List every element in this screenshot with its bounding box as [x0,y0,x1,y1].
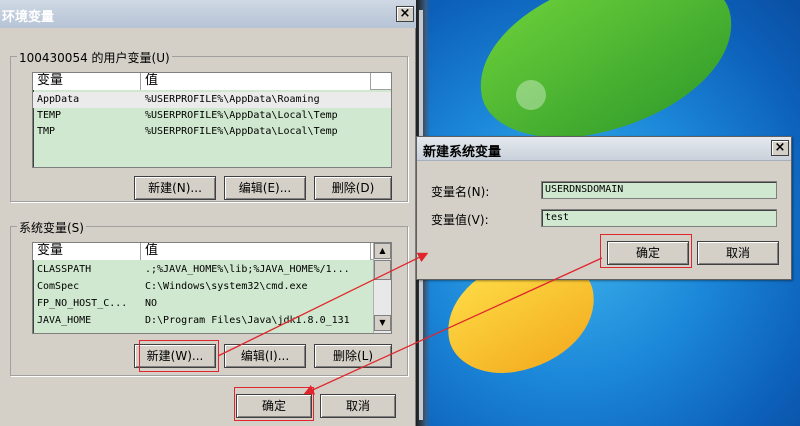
variable-value-field[interactable]: test [541,209,777,227]
variable-name: CLASSPATH [37,264,92,275]
variable-name: AppData [37,94,80,105]
system-variables-label: 系统变量(S) [17,219,86,236]
system-edit-button[interactable]: 编辑(I)... [224,344,306,368]
close-button[interactable]: × [771,140,789,156]
variable-name: JAVA_HOME [37,315,92,326]
windows-logo-green [463,0,749,156]
user-edit-button[interactable]: 编辑(E)... [224,176,306,200]
close-icon: × [774,140,786,155]
dialog-title: 环境变量 [2,10,55,25]
system-variables-list[interactable]: 变量 值 CLASSPATH .;%JAVA_HOME%\lib;%JAVA_H… [32,242,392,334]
close-button[interactable]: × [396,6,414,22]
table-row[interactable]: ComSpec C:\Windows\system32\cmd.exe [33,279,391,295]
user-variables-list[interactable]: 变量 值 AppData %USERPROFILE%\AppData\Roami… [32,72,392,168]
variable-value: C:\Windows\system32\cmd.exe [145,281,308,292]
variable-name: ComSpec [37,281,80,292]
column-header-variable[interactable]: 变量 [33,73,141,90]
table-row[interactable]: CLASSPATH .;%JAVA_HOME%\lib;%JAVA_HOME%/… [33,262,391,278]
system-delete-button[interactable]: 删除(L) [314,344,392,368]
variable-name-label: 变量名(N): [431,185,490,199]
system-new-button-highlight [139,340,219,372]
column-header-value[interactable]: 值 [141,243,371,260]
table-row[interactable]: AppData %USERPROFILE%\AppData\Roaming [33,92,391,108]
table-row[interactable]: TEMP %USERPROFILE%\AppData\Local\Temp [33,108,391,124]
variable-value: NO [145,298,158,309]
title-bar: 新建系统变量 × [417,137,791,161]
variable-value: .;%JAVA_HOME%\lib;%JAVA_HOME%/1... [145,264,350,275]
user-variables-label: 100430054 的用户变量(U) [17,49,172,66]
table-row[interactable]: JAVA_HOME D:\Program Files\Java\jdk1.8.0… [33,313,391,329]
scrollbar-thumb[interactable] [374,260,391,280]
dialog-title: 新建系统变量 [423,145,502,160]
user-delete-button[interactable]: 删除(D) [314,176,392,200]
variable-name: TEMP [37,110,62,121]
cancel-button[interactable]: 取消 [320,394,396,418]
variable-value: D:\Program Files\Java\jdk1.8.0_131 [145,315,350,326]
column-header-variable[interactable]: 变量 [33,243,141,260]
user-new-button[interactable]: 新建(N)... [134,176,216,200]
close-icon: × [399,6,411,21]
variable-name: TMP [37,126,56,137]
list-header: 变量 值 [33,243,391,260]
new-dialog-ok-highlight [600,234,692,268]
cancel-button[interactable]: 取消 [697,241,779,265]
title-bar: 环境变量 × [0,0,416,28]
variable-value-label: 变量值(V): [431,213,489,227]
variable-value: %USERPROFILE%\AppData\Local\Temp [145,126,338,137]
variable-name-field[interactable]: USERDNSDOMAIN [541,181,777,199]
light-flare [516,80,546,110]
list-header: 变量 值 [33,73,391,90]
scroll-up-icon[interactable]: ▲ [374,243,391,259]
variable-value: %USERPROFILE%\AppData\Roaming [145,94,320,105]
column-header-value[interactable]: 值 [141,73,371,90]
variable-name: FP_NO_HOST_C... [37,298,128,309]
scroll-down-icon[interactable]: ▼ [374,315,391,331]
vertical-scrollbar[interactable]: ▲ ▼ [373,243,391,333]
env-ok-highlight [234,387,314,421]
variable-value: %USERPROFILE%\AppData\Local\Temp [145,110,338,121]
table-row[interactable]: TMP %USERPROFILE%\AppData\Local\Temp [33,124,391,140]
table-row[interactable]: FP_NO_HOST_C... NO [33,296,391,312]
